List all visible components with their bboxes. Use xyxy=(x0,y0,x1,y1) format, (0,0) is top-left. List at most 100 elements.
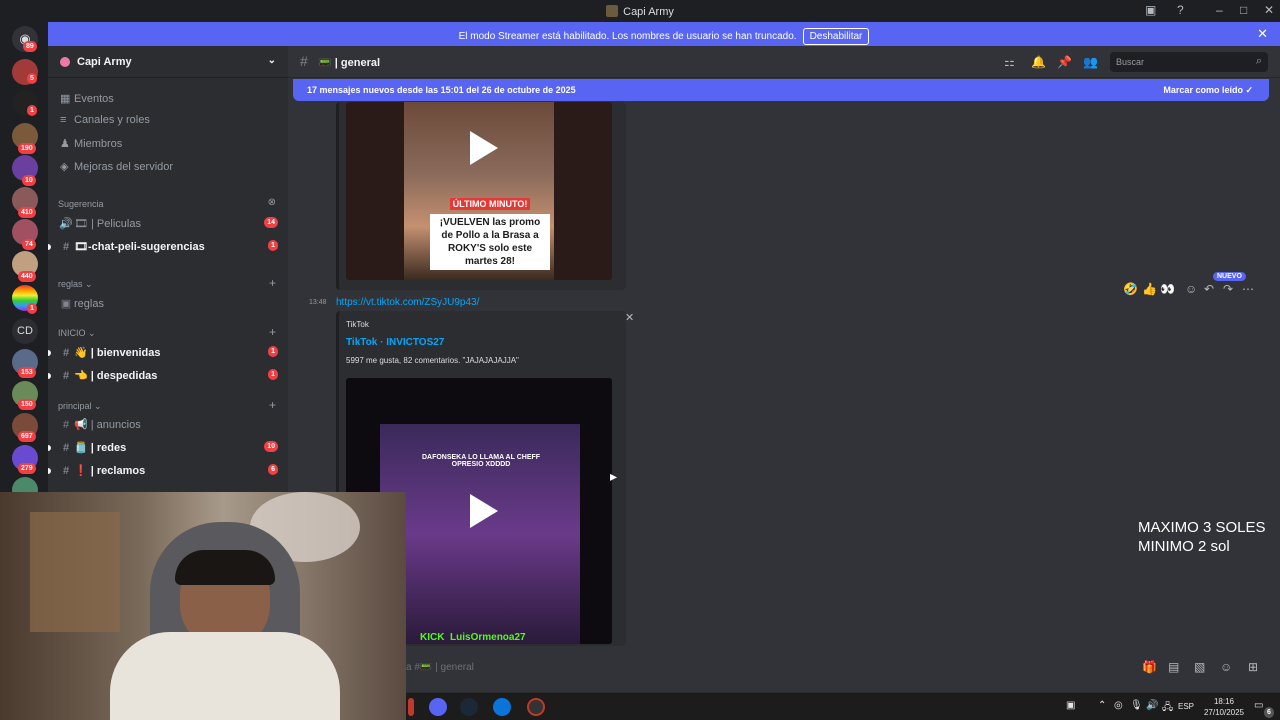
window-titlebar: Capi Army ▣ ? – □ ✕ xyxy=(0,0,1280,22)
hash-icon: # xyxy=(62,419,70,431)
close-category-icon[interactable]: ⊗ xyxy=(268,197,276,208)
close-banner-icon[interactable]: ✕ xyxy=(1257,26,1268,42)
mark-read-button[interactable]: Marcar como leído ✓ xyxy=(1163,85,1253,96)
reply-icon[interactable]: ↶ xyxy=(1204,282,1214,296)
hash-icon: # xyxy=(300,53,308,69)
message-link[interactable]: https://vt.tiktok.com/ZSyJU9p43/ xyxy=(336,297,479,308)
category-principal[interactable]: principal ⌄ xyxy=(58,401,102,412)
obs-taskbar-icon[interactable] xyxy=(527,698,545,716)
menu-label: Miembros xyxy=(74,138,123,150)
voice-icon: 🔊 xyxy=(59,218,73,230)
hash-icon: # xyxy=(62,370,70,382)
close-embed-icon[interactable]: ✕ xyxy=(625,311,634,324)
emoji-react-icon[interactable]: 🤣 xyxy=(1123,282,1138,296)
channel-sidebar: Capi Army ⌄ ▦ Eventos ≡ Canales y roles ♟ M… xyxy=(48,46,288,492)
embed-title[interactable]: TikTok · INVICTOS27 xyxy=(346,337,444,348)
thumbs-up-icon[interactable]: 👍 xyxy=(1142,282,1157,296)
volume-icon[interactable]: 🔊 xyxy=(1146,700,1158,711)
eyes-icon[interactable]: 👀 xyxy=(1160,282,1175,296)
play-icon[interactable] xyxy=(470,131,498,165)
caption-headline: ÚLTIMO MINUTO! xyxy=(449,198,531,210)
rules-icon: ▣ xyxy=(60,298,72,310)
threads-icon[interactable]: ⚏ xyxy=(1004,55,1015,69)
more-options-icon[interactable]: ⋯ xyxy=(1242,282,1254,296)
minimize-icon[interactable]: – xyxy=(1216,3,1223,17)
tray-app-icon[interactable]: ▣ xyxy=(1066,700,1075,711)
members-list-icon[interactable]: 👥 xyxy=(1083,55,1098,69)
category-sugerencia[interactable]: Sugerencia xyxy=(58,199,104,209)
channel-reclamos[interactable]: # ❗ | reclamos 6 xyxy=(48,464,280,477)
gift-icon[interactable]: 🎁 xyxy=(1142,660,1157,674)
channel-badge: 6 xyxy=(268,464,278,475)
steam-taskbar-icon[interactable] xyxy=(460,698,478,716)
embed-description: 5997 me gusta, 82 comentarios. "JAJAJAJA… xyxy=(346,356,519,365)
clock-time: 18:16 xyxy=(1213,697,1234,706)
browser-taskbar-icon[interactable] xyxy=(493,698,511,716)
overlay-line: MAXIMO 3 SOLES xyxy=(1138,519,1266,536)
channel-label: 📢 | anuncios xyxy=(74,419,141,431)
gif-icon[interactable]: ▤ xyxy=(1168,660,1179,674)
menu-server-boost[interactable]: ◈ Mejoras del servidor xyxy=(60,160,173,173)
person-hair-image xyxy=(175,550,275,585)
server-header[interactable]: Capi Army ⌄ xyxy=(48,46,288,78)
app-taskbar-icon[interactable] xyxy=(408,698,414,716)
discord-taskbar-icon[interactable] xyxy=(429,698,447,716)
new-label: NUEVO xyxy=(1213,272,1246,281)
menu-events[interactable]: ▦ Eventos xyxy=(60,92,114,105)
add-reaction-icon[interactable]: ☺ xyxy=(1185,282,1197,296)
sticker-icon[interactable]: ▧ xyxy=(1194,660,1205,674)
message-input[interactable]: a #📟 | general 🎁 ▤ ▧ ☺ ⊞ xyxy=(288,658,1280,692)
inbox-icon[interactable]: ▣ xyxy=(1145,3,1156,17)
emoji-icon[interactable]: ☺ xyxy=(1220,660,1232,674)
shelf-image xyxy=(30,512,120,632)
webcam-overlay xyxy=(0,492,406,720)
add-channel-icon[interactable]: + xyxy=(269,325,276,339)
play-icon[interactable] xyxy=(470,494,498,528)
language-indicator[interactable]: ESP xyxy=(1178,702,1194,711)
channel-bienvenidas[interactable]: # 👋 | bienvenidas 1 xyxy=(48,346,280,359)
help-icon[interactable]: ? xyxy=(1177,3,1184,17)
channel-badge: 10 xyxy=(264,441,278,452)
chevron-up-icon[interactable]: ⌃ xyxy=(1098,700,1106,711)
channel-reglas[interactable]: ▣ reglas xyxy=(58,297,280,310)
channel-label: 👋 | bienvenidas xyxy=(74,347,161,359)
channel-despedidas[interactable]: # 👈 | despedidas 1 xyxy=(48,369,280,382)
channel-peliculas[interactable]: 🔊🎞 | Peliculas 14 xyxy=(58,217,280,230)
hash-icon: # xyxy=(62,347,70,359)
server-icon[interactable]: CD xyxy=(12,318,38,344)
notifications-icon[interactable]: ▭ xyxy=(1254,700,1263,711)
bell-icon[interactable]: 🔔 xyxy=(1031,55,1046,69)
add-channel-icon[interactable]: + xyxy=(269,276,276,290)
category-inicio[interactable]: INICIO ⌄ xyxy=(58,328,96,339)
clock[interactable]: 18:16 27/10/2025 xyxy=(1204,696,1244,718)
menu-members[interactable]: ♟ Miembros xyxy=(60,137,122,150)
close-window-icon[interactable]: ✕ xyxy=(1264,3,1274,17)
video-thumbnail[interactable]: ÚLTIMO MINUTO! ¡VUELVEN las promo de Pol… xyxy=(346,102,612,280)
menu-channels-roles[interactable]: ≡ Canales y roles xyxy=(60,114,150,126)
channel-redes[interactable]: # 🫙 | redes 10 xyxy=(48,441,280,454)
search-input[interactable]: Buscar ⌕ xyxy=(1110,52,1268,72)
channel-badge: 14 xyxy=(264,217,278,228)
chevron-down-icon[interactable]: ⌄ xyxy=(268,55,276,66)
channel-anuncios[interactable]: # 📢 | anuncios xyxy=(58,418,280,431)
channel-label: 🎞-chat-peli-sugerencias xyxy=(74,241,205,253)
search-placeholder: Buscar xyxy=(1116,57,1145,67)
mic-icon[interactable]: 🎙 xyxy=(1130,700,1143,711)
new-messages-bar[interactable]: 17 mensajes nuevos desde las 15:01 del 2… xyxy=(293,79,1269,101)
tray-icon[interactable]: ◎ xyxy=(1114,700,1123,711)
apps-icon[interactable]: ⊞ xyxy=(1248,660,1258,674)
menu-label: Eventos xyxy=(74,93,114,105)
window-title: Capi Army xyxy=(0,5,1280,18)
disable-streamer-button[interactable]: Deshabilitar xyxy=(802,28,870,45)
video-footer: KICK LuisOrmenoa27 xyxy=(420,632,526,643)
add-channel-icon[interactable]: + xyxy=(269,398,276,412)
network-icon[interactable]: 🖧 xyxy=(1162,700,1173,717)
pin-icon[interactable]: 📌 xyxy=(1057,55,1072,69)
category-reglas[interactable]: reglas ⌄ xyxy=(58,279,93,290)
forward-icon[interactable]: ↷ xyxy=(1223,282,1233,296)
person-shirt-image xyxy=(110,632,340,720)
maximize-icon[interactable]: □ xyxy=(1240,3,1247,17)
channel-chat-peli-sugerencias[interactable]: # 🎞-chat-peli-sugerencias 1 xyxy=(48,240,280,253)
list-icon: ≡ xyxy=(60,114,67,126)
unread-indicator xyxy=(48,445,51,451)
